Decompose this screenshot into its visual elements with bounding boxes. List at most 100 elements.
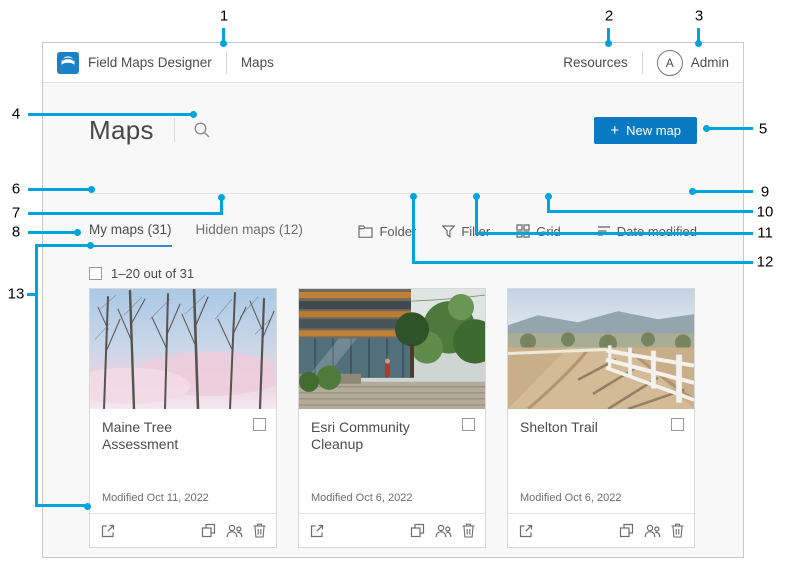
list-toolbar: Folder Filter <box>358 222 697 240</box>
map-title[interactable]: Shelton Trail <box>520 419 662 436</box>
nav-resources[interactable]: Resources <box>563 55 628 70</box>
map-card-shelton-trail[interactable]: Shelton Trail Modified Oct 6, 2022 <box>507 288 695 548</box>
callout-dot-9 <box>689 188 696 195</box>
callout-number-8: 8 <box>12 224 20 241</box>
callout-line-13-top <box>35 244 89 247</box>
card-body: Maine Tree Assessment Modified Oct 11, 2… <box>90 409 276 514</box>
map-thumbnail-trail[interactable] <box>508 289 694 409</box>
callout-line-10b <box>547 210 753 213</box>
callout-dot-1 <box>220 40 227 47</box>
card-body: Shelton Trail Modified Oct 6, 2022 <box>508 409 694 514</box>
callout-dot-10 <box>545 193 552 200</box>
share-group-icon[interactable] <box>226 524 243 538</box>
header-divider-2 <box>642 52 643 74</box>
share-group-icon[interactable] <box>644 524 661 538</box>
new-map-button[interactable]: + New map <box>594 117 697 144</box>
callout-dot-5 <box>703 125 710 132</box>
map-thumbnail-trees[interactable] <box>90 289 276 409</box>
duplicate-icon[interactable] <box>201 523 216 538</box>
open-map-icon[interactable] <box>100 523 116 539</box>
search-icon[interactable] <box>193 121 211 139</box>
callout-number-13: 13 <box>8 286 25 303</box>
modified-date: Modified Oct 11, 2022 <box>102 492 209 504</box>
duplicate-icon[interactable] <box>410 523 425 538</box>
grid-button[interactable]: Grid <box>516 224 561 239</box>
callout-line-8 <box>28 231 76 234</box>
callout-number-12: 12 <box>757 254 774 271</box>
open-map-icon[interactable] <box>518 523 534 539</box>
select-all-checkbox[interactable] <box>89 267 102 280</box>
callout-number-3: 3 <box>695 8 703 25</box>
grid-label: Grid <box>536 224 561 239</box>
sort-label: Date modified <box>617 224 697 239</box>
section-divider <box>89 193 697 194</box>
callout-line-13-bottom <box>35 504 86 507</box>
callout-line-5 <box>707 127 753 130</box>
callout-line-4 <box>28 113 192 116</box>
callout-number-11: 11 <box>757 225 773 242</box>
card-footer <box>508 514 694 547</box>
app-header: Field Maps Designer Maps Resources A Adm… <box>43 43 743 83</box>
screenshot: Field Maps Designer Maps Resources A Adm… <box>0 0 804 562</box>
app-window: Field Maps Designer Maps Resources A Adm… <box>42 42 744 558</box>
items-range-label: 1–20 out of 31 <box>111 266 194 281</box>
map-card-grid: Maine Tree Assessment Modified Oct 11, 2… <box>89 288 695 548</box>
card-footer <box>90 514 276 547</box>
map-checkbox[interactable] <box>671 418 684 431</box>
callout-number-2: 2 <box>605 8 613 25</box>
trash-icon[interactable] <box>253 523 266 538</box>
map-title[interactable]: Maine Tree Assessment <box>102 419 244 453</box>
share-group-icon[interactable] <box>435 524 452 538</box>
esri-logo-icon <box>57 52 79 74</box>
callout-line-11b <box>475 232 753 235</box>
new-map-label: New map <box>626 123 681 138</box>
callout-line-9 <box>694 190 753 193</box>
callout-dot-6 <box>88 186 95 193</box>
callout-number-9: 9 <box>761 184 769 201</box>
callout-line-11a <box>475 197 478 235</box>
tab-hidden-maps[interactable]: Hidden maps (12) <box>196 222 303 245</box>
card-body: Esri Community Cleanup Modified Oct 6, 2… <box>299 409 485 514</box>
callout-number-10: 10 <box>757 204 774 221</box>
folder-button[interactable]: Folder <box>358 224 416 239</box>
tab-my-maps[interactable]: My maps (31) <box>89 222 172 247</box>
callout-dot-12 <box>410 193 417 200</box>
callout-line-6 <box>28 188 90 191</box>
callout-dot-4 <box>190 111 197 118</box>
map-checkbox[interactable] <box>253 418 266 431</box>
sort-button[interactable]: Date modified <box>597 224 697 239</box>
avatar[interactable]: A <box>657 50 683 76</box>
callout-number-6: 6 <box>12 181 20 198</box>
map-title[interactable]: Esri Community Cleanup <box>311 419 453 453</box>
open-map-icon[interactable] <box>309 523 325 539</box>
trash-icon[interactable] <box>462 523 475 538</box>
callout-dot-13-bottom <box>84 503 91 510</box>
map-thumbnail-building[interactable] <box>299 289 485 409</box>
callout-number-7: 7 <box>12 205 20 222</box>
callout-line-12b <box>412 261 753 264</box>
filter-icon <box>442 225 455 238</box>
callout-dot-13-top <box>87 242 94 249</box>
content-area: Maps + New map My maps (31) Hidden maps … <box>43 83 743 557</box>
callout-dot-7 <box>218 194 225 201</box>
filter-button[interactable]: Filter <box>442 224 490 239</box>
callout-dot-11 <box>473 193 480 200</box>
sort-descending-icon <box>597 225 611 237</box>
nav-maps[interactable]: Maps <box>241 55 274 70</box>
folder-label: Folder <box>379 224 416 239</box>
callout-dot-8 <box>74 229 81 236</box>
callout-line-12a <box>412 197 415 264</box>
map-card-esri-community-cleanup[interactable]: Esri Community Cleanup Modified Oct 6, 2… <box>298 288 486 548</box>
title-divider-line <box>174 118 175 142</box>
modified-date: Modified Oct 6, 2022 <box>520 492 622 504</box>
map-card-maine-tree-assessment[interactable]: Maine Tree Assessment Modified Oct 11, 2… <box>89 288 277 548</box>
card-footer <box>299 514 485 547</box>
map-checkbox[interactable] <box>462 418 475 431</box>
header-divider <box>226 52 227 74</box>
callout-dot-3 <box>695 40 702 47</box>
duplicate-icon[interactable] <box>619 523 634 538</box>
page-title: Maps <box>89 115 154 146</box>
user-menu[interactable]: Admin <box>691 55 729 70</box>
callout-number-5: 5 <box>759 121 767 138</box>
trash-icon[interactable] <box>671 523 684 538</box>
